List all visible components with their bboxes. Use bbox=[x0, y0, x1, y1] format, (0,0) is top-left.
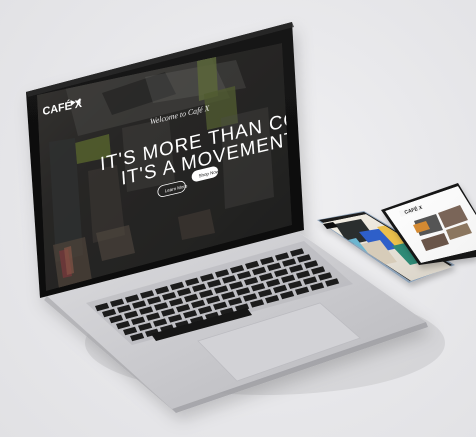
nav-shop[interactable]: Shop bbox=[218, 14, 230, 23]
nav-visit-us[interactable]: Visit Us bbox=[238, 4, 257, 14]
nav-menu[interactable]: Menu bbox=[196, 22, 209, 31]
mockup-svg: CAFÉ X Home Events Menu Shop Visit Us We… bbox=[26, 4, 476, 413]
device-mockup-scene: CAFÉ X Home Events Menu Shop Visit Us We… bbox=[0, 0, 476, 437]
nav-events[interactable]: Events bbox=[174, 30, 191, 39]
nav-home[interactable]: Home bbox=[155, 39, 169, 48]
